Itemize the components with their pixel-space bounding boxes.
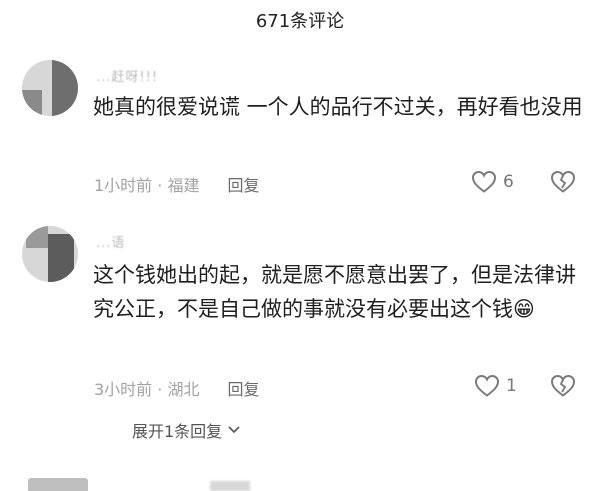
comment-text-body: 这个钱她出的起，就是愿不愿意出罢了，但是法律讲究公正，不是自己做的事就没有必要出… — [93, 263, 576, 321]
username[interactable]: ...赶呀!!! — [96, 66, 158, 85]
like-count: 6 — [503, 172, 514, 192]
comment-time-location: 3小时前 · 湖北 — [94, 380, 200, 399]
dislike-button[interactable] — [550, 170, 576, 198]
avatar[interactable] — [22, 60, 78, 116]
avatar[interactable] — [28, 478, 88, 491]
chevron-down-icon — [228, 426, 240, 434]
like-button[interactable]: 6 — [471, 170, 514, 194]
username[interactable] — [210, 481, 250, 491]
expand-replies-button[interactable]: 展开1条回复 — [132, 418, 240, 442]
comments-header: 671条评论 — [0, 0, 600, 40]
like-button[interactable]: 1 — [474, 374, 517, 398]
expand-replies-label: 展开1条回复 — [132, 422, 223, 441]
reply-button[interactable]: 回复 — [227, 376, 259, 400]
heart-outline-icon — [471, 170, 497, 193]
avatar[interactable] — [22, 226, 78, 282]
grin-emoji-icon: 😁 — [513, 297, 535, 321]
comment-meta: 3小时前 · 湖北 回复 — [94, 376, 259, 400]
comment-count-title: 671条评论 — [255, 11, 345, 32]
reply-button[interactable]: 回复 — [227, 172, 259, 196]
dislike-button[interactable] — [550, 374, 576, 402]
like-count: 1 — [506, 376, 517, 396]
heart-outline-icon — [474, 374, 500, 397]
comment-text: 这个钱她出的起，就是愿不愿意出罢了，但是法律讲究公正，不是自己做的事就没有必要出… — [93, 258, 583, 326]
broken-heart-icon — [550, 170, 576, 193]
comment-time-location: 1小时前 · 福建 — [94, 176, 200, 195]
comment-meta: 1小时前 · 福建 回复 — [94, 172, 259, 196]
broken-heart-icon — [550, 374, 576, 397]
comment-text: 她真的很爱说谎 一个人的品行不过关，再好看也没用 — [93, 95, 583, 119]
username[interactable]: ...语 — [96, 232, 125, 251]
